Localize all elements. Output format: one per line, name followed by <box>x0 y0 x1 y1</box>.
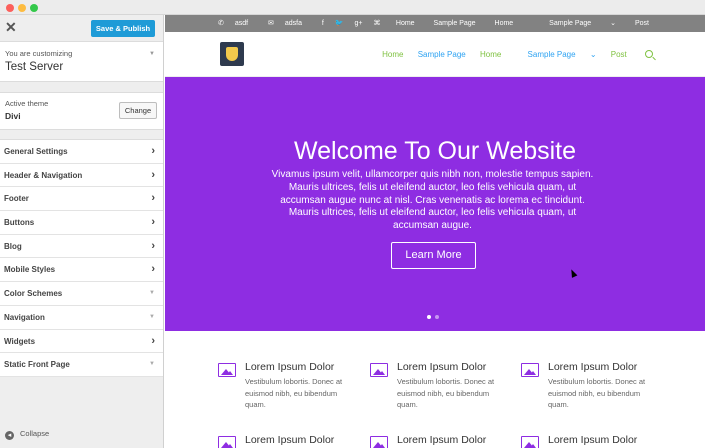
chevron-right-icon: › <box>151 168 155 181</box>
hero-title: Welcome To Our Website <box>293 137 577 165</box>
section-blog[interactable]: Blog › <box>0 235 163 259</box>
feature-title: Lorem Ipsum Dolor <box>548 361 638 373</box>
shield-icon <box>226 47 238 61</box>
image-icon <box>370 363 388 377</box>
email-text: adsfa <box>284 20 302 27</box>
top-link-sample-page[interactable]: Sample Page <box>434 20 476 27</box>
caret-down-icon: ▼ <box>149 51 155 57</box>
google-plus-icon[interactable]: g+ <box>355 20 363 27</box>
section-static-front-page[interactable]: Static Front Page ▼ <box>0 353 163 377</box>
hero-section: Welcome To Our Website Vivamus ipsum vel… <box>165 77 705 331</box>
feature-title: Lorem Ipsum Dolor <box>548 434 638 446</box>
image-icon <box>370 436 388 448</box>
collapse-icon: ◂ <box>5 431 14 440</box>
save-publish-button[interactable]: Save & Publish <box>91 20 155 37</box>
section-navigation[interactable]: Navigation ▼ <box>0 306 163 330</box>
email-info: ✉ adsfa <box>268 20 311 27</box>
chevron-right-icon: › <box>151 216 155 229</box>
site-preview: ✆ asdf ✉ adsfa f 🐦 g+ ⌘ Home Sample Page… <box>165 15 705 448</box>
customizer-sections: General Settings › Header & Navigation › F… <box>0 139 163 377</box>
window-zoom-dot[interactable] <box>30 4 38 12</box>
mouse-cursor <box>568 268 578 278</box>
section-footer[interactable]: Footer › <box>0 187 163 212</box>
nav-sample-page-2[interactable]: Sample Page ⌄ <box>516 50 597 59</box>
customizer-sidebar: ✕ Save & Publish You are customizing Tes… <box>0 15 164 448</box>
section-widgets[interactable]: Widgets › <box>0 330 163 354</box>
phone-icon: ✆ <box>218 20 224 27</box>
section-color-schemes[interactable]: Color Schemes ▼ <box>0 282 163 306</box>
phone-info: ✆ asdf <box>218 20 257 27</box>
chevron-right-icon: › <box>151 239 155 252</box>
slider-dots <box>427 306 443 324</box>
caret-down-icon: ▼ <box>149 361 155 368</box>
section-buttons[interactable]: Buttons › <box>0 211 163 235</box>
image-icon <box>521 436 539 448</box>
window-titlebar <box>0 0 705 15</box>
chevron-right-icon: › <box>151 192 155 205</box>
chevron-right-icon: › <box>151 263 155 276</box>
features-section: Lorem Ipsum Dolor Vestibulum lobortis. D… <box>165 348 705 448</box>
email-icon: ✉ <box>268 20 274 27</box>
slider-dot-2[interactable] <box>435 315 439 319</box>
close-icon[interactable]: ✕ <box>5 20 17 34</box>
image-icon <box>218 436 236 448</box>
change-theme-button[interactable]: Change <box>119 102 157 119</box>
top-bar-menu: Home Sample Page Home Sample Page ⌄ Post <box>379 15 649 32</box>
chevron-down-icon: ⌄ <box>589 50 597 59</box>
slider-dot-1[interactable] <box>427 315 431 319</box>
feature-text: Vestibulum lobortis. Donec at euismod ni… <box>548 377 646 409</box>
customizer-header: ✕ Save & Publish <box>0 15 163 42</box>
customizing-panel[interactable]: You are customizing Test Server ▼ <box>0 42 163 82</box>
window-close-dot[interactable] <box>6 4 14 12</box>
top-link-home[interactable]: Home <box>396 20 415 27</box>
caret-down-icon: ▼ <box>149 313 155 320</box>
section-general-settings[interactable]: General Settings › <box>0 140 163 164</box>
feature-title: Lorem Ipsum Dolor <box>245 434 335 446</box>
top-bar-contact: ✆ asdf ✉ adsfa f 🐦 g+ ⌘ <box>218 15 389 32</box>
nav-home-2[interactable]: Home <box>480 50 501 59</box>
feature-title: Lorem Ipsum Dolor <box>245 361 335 373</box>
main-nav: Home Sample Page Home Sample Page ⌄ Post <box>370 32 653 77</box>
section-mobile-styles[interactable]: Mobile Styles › <box>0 258 163 283</box>
twitter-icon[interactable]: 🐦 <box>335 20 344 27</box>
hero-text: Vivamus ipsum velit, ullamcorper quis ni… <box>271 169 594 232</box>
section-header-navigation[interactable]: Header & Navigation › <box>0 164 163 188</box>
caret-down-icon: ▼ <box>149 290 155 297</box>
feature-title: Lorem Ipsum Dolor <box>397 361 487 373</box>
chevron-right-icon: › <box>151 145 155 157</box>
learn-more-button[interactable]: Learn More <box>391 242 476 269</box>
image-icon <box>218 363 236 377</box>
chevron-down-icon: ⌄ <box>610 20 617 27</box>
collapse-label: Collapse <box>20 429 50 438</box>
customizing-label: You are customizing <box>5 49 73 58</box>
nav-post[interactable]: Post <box>611 50 627 59</box>
collapse-button[interactable]: ◂ Collapse <box>5 429 49 440</box>
active-theme-panel: Active theme Divi Change <box>0 92 163 130</box>
site-top-bar: ✆ asdf ✉ adsfa f 🐦 g+ ⌘ Home Sample Page… <box>165 15 705 32</box>
site-header: Home Sample Page Home Sample Page ⌄ Post <box>165 32 705 77</box>
feature-title: Lorem Ipsum Dolor <box>397 434 487 446</box>
search-icon[interactable] <box>645 50 653 58</box>
facebook-icon[interactable]: f <box>322 20 324 27</box>
image-icon <box>521 363 539 377</box>
top-link-post[interactable]: Post <box>635 20 649 27</box>
window-minimize-dot[interactable] <box>18 4 26 12</box>
phone-text: asdf <box>234 20 249 27</box>
feature-text: Vestibulum lobortis. Donec at euismod ni… <box>397 377 495 409</box>
site-logo[interactable] <box>220 42 244 66</box>
top-link-sample-page-2[interactable]: Sample Page ⌄ <box>532 20 616 27</box>
feature-text: Vestibulum lobortis. Donec at euismod ni… <box>245 377 343 409</box>
nav-sample-page[interactable]: Sample Page <box>418 50 466 59</box>
site-name: Test Server <box>5 61 64 73</box>
chevron-right-icon: › <box>151 334 155 347</box>
nav-home[interactable]: Home <box>382 50 403 59</box>
top-link-home-2[interactable]: Home <box>495 20 514 27</box>
